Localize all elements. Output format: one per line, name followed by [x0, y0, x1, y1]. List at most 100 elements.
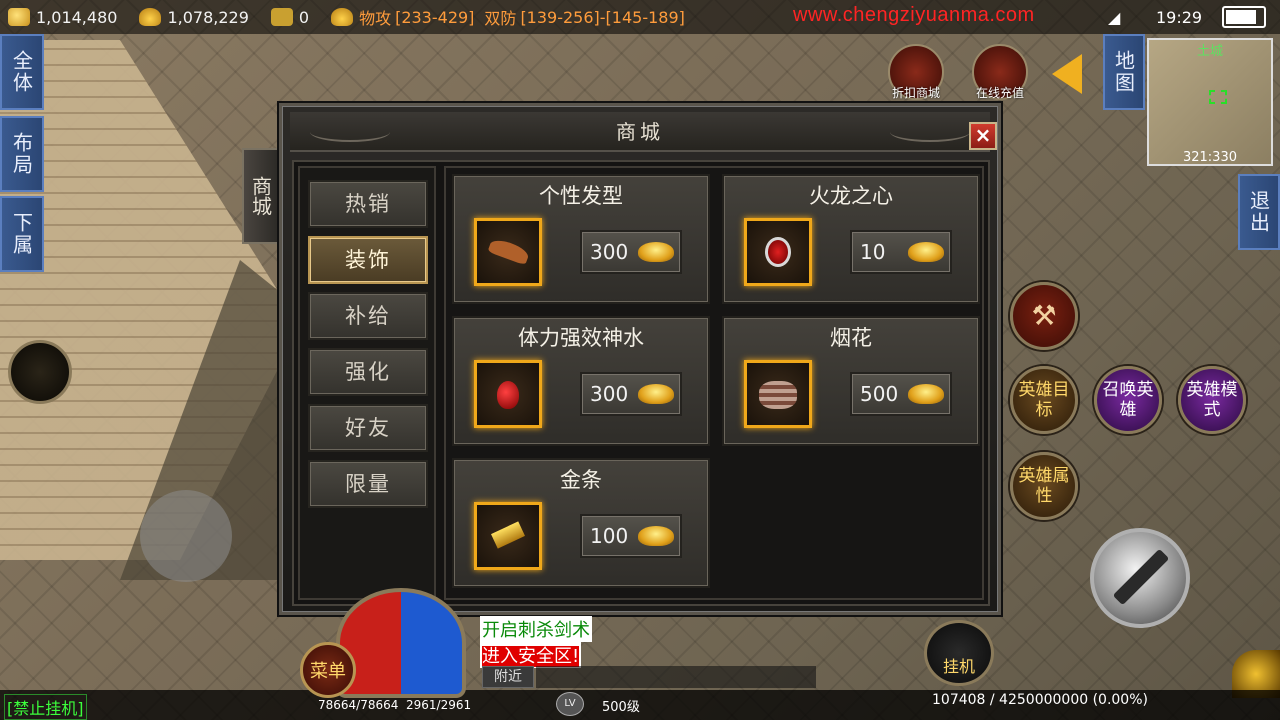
level-badge-icon: LV	[556, 692, 584, 716]
minimap[interactable]: 土城 321:330	[1147, 38, 1273, 166]
items-panel: 个性发型 300 火龙之心 10 体力强效神水 300 烟花 500 金条 10…	[444, 166, 984, 600]
discount-shop-label: 折扣商城	[891, 86, 940, 100]
phys-attack-value: [233-429]	[395, 7, 475, 27]
ingot-icon	[908, 242, 944, 262]
ingot-icon	[638, 526, 674, 546]
shop-body: 热销 装饰 补给 强化 好友 限量 个性发型 300 火龙之心 10 体力强效神…	[292, 160, 990, 606]
item-price: 500	[860, 382, 899, 406]
gold-bar-icon	[491, 521, 525, 549]
shop-dialog: 商城 × 热销 装饰 补给 强化 好友 限量 个性发型 300 火龙之心 10 …	[279, 103, 1001, 615]
item-price: 300	[590, 240, 629, 264]
afk-ban-label: [禁止挂机]	[4, 694, 87, 720]
buy-button[interactable]: 300	[580, 230, 682, 274]
phys-attack-label: 物攻	[359, 9, 392, 28]
ingot-icon	[638, 242, 674, 262]
category-supply[interactable]: 补给	[308, 292, 428, 340]
watermark-url: www.chengziyuanma.com	[793, 4, 1035, 26]
online-recharge-label: 在线充值	[975, 86, 1024, 100]
wifi-icon: ◢	[1108, 8, 1121, 27]
dual-def-label: 双防	[484, 9, 517, 28]
summon-hero-button[interactable]: 召唤英雄	[1094, 366, 1162, 434]
comb-icon	[487, 236, 531, 266]
tab-map[interactable]: 地图	[1103, 34, 1145, 110]
item-name: 金条	[560, 468, 602, 492]
ingot-icon	[638, 384, 674, 404]
shop-item: 个性发型 300	[452, 174, 710, 304]
category-limited[interactable]: 限量	[308, 460, 428, 508]
chat-message: 开启刺杀剑术	[480, 616, 592, 642]
item-name: 个性发型	[539, 184, 623, 208]
battery-icon	[1222, 6, 1266, 28]
shop-item: 金条 100	[452, 458, 710, 588]
hero-attributes-button[interactable]: 英雄属性	[1010, 452, 1078, 520]
item-name: 体力强效神水	[518, 326, 644, 350]
gold-amount: 1,014,480	[36, 7, 118, 27]
axe-icon: ⚒	[1031, 299, 1057, 332]
item-slot[interactable]	[474, 360, 542, 428]
shop-header: 商城 ×	[290, 112, 997, 152]
buy-button[interactable]: 10	[850, 230, 952, 274]
chat-tab-nearby[interactable]: 附近	[482, 666, 534, 688]
item-slot[interactable]	[474, 502, 542, 570]
minimap-player-marker	[1209, 90, 1227, 104]
buy-button[interactable]: 100	[580, 514, 682, 558]
hp-mp-orb	[336, 588, 466, 698]
dual-def-value: [139-256]-[145-189]	[520, 7, 685, 27]
chat-message-text: 进入安全区!	[482, 646, 580, 667]
buy-button[interactable]: 300	[580, 372, 682, 416]
item-name: 火龙之心	[809, 184, 893, 208]
minimap-area-name: 土城	[1196, 44, 1223, 59]
close-button[interactable]: ×	[969, 122, 997, 150]
item-slot[interactable]	[474, 218, 542, 286]
ingot-icon	[908, 384, 944, 404]
item-name: 烟花	[830, 326, 872, 350]
item-price: 300	[590, 382, 629, 406]
chat-message-alert: 进入安全区!	[480, 642, 582, 668]
tab-all[interactable]: 全体	[0, 34, 44, 110]
chat-input-strip[interactable]	[536, 666, 816, 688]
menu-button[interactable]: 菜单	[300, 642, 356, 698]
auto-hang-button[interactable]: 挂机	[924, 620, 994, 686]
experience-readout: 107408 / 4250000000 (0.00%)	[932, 692, 1148, 708]
category-panel: 热销 装饰 补给 强化 好友 限量	[298, 166, 436, 600]
tab-layout[interactable]: 布局	[0, 116, 44, 192]
tab-exit[interactable]: 退出	[1238, 174, 1280, 250]
clock: 19:29	[1156, 8, 1203, 27]
hero-mode-button[interactable]: 英雄模式	[1178, 366, 1246, 434]
shop-title: 商城	[616, 120, 664, 144]
potion-icon	[497, 381, 519, 409]
player-level: 500级	[602, 700, 640, 715]
shop-item: 火龙之心 10	[722, 174, 980, 304]
voucher-count: 0	[298, 7, 310, 27]
virtual-joystick[interactable]	[140, 490, 232, 582]
category-friends[interactable]: 好友	[308, 404, 428, 452]
item-slot[interactable]	[744, 360, 812, 428]
tab-subordinates[interactable]: 下属	[0, 196, 44, 272]
category-decoration[interactable]: 装饰	[308, 236, 428, 284]
gold-coin-icon	[8, 8, 30, 26]
pet-avatar-button[interactable]	[8, 340, 72, 404]
item-voucher-icon	[270, 8, 293, 26]
mp-value: 2961/2961	[406, 698, 472, 712]
character-stats-icon	[331, 8, 354, 26]
item-slot[interactable]	[744, 218, 812, 286]
item-price: 10	[860, 240, 886, 264]
category-enhance[interactable]: 强化	[308, 348, 428, 396]
shop-item: 体力强效神水 300	[452, 316, 710, 446]
firework-icon	[759, 381, 797, 409]
shop-item: 烟花 500	[722, 316, 980, 446]
collapse-arrow-icon[interactable]	[1052, 54, 1082, 94]
skill-slot-button[interactable]: ⚒	[1010, 282, 1078, 350]
auto-hang-label: 挂机	[942, 657, 975, 676]
item-price: 100	[590, 524, 629, 548]
hp-value: 78664/78664	[318, 698, 399, 712]
category-hot[interactable]: 热销	[308, 180, 428, 228]
buy-button[interactable]: 500	[850, 372, 952, 416]
dragon-heart-icon	[765, 237, 791, 267]
top-status-bar: 1,014,480 1,078,229 0 物攻 [233-429] 双防 [1…	[0, 0, 1280, 34]
hero-target-button[interactable]: 英雄目标	[1010, 366, 1078, 434]
minimap-coordinates: 321:330	[1182, 150, 1237, 165]
ingot-amount: 1,078,229	[167, 7, 249, 27]
shop-side-tab[interactable]: 商城	[242, 148, 280, 244]
ingot-icon	[139, 8, 162, 26]
